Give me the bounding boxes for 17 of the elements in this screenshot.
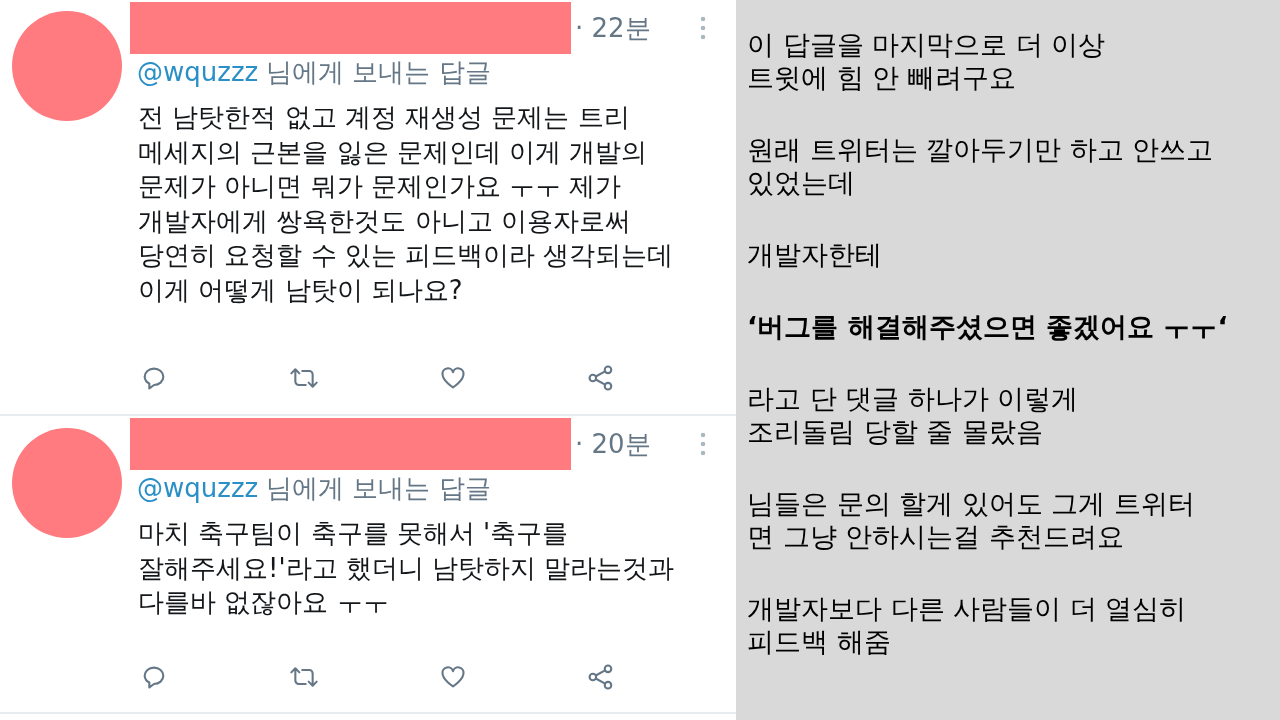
note-paragraph: 개발자한테 (747, 238, 883, 271)
user-handle-link[interactable]: @wquzzz (137, 470, 259, 506)
tweet-text: 전 남탓한적 없고 계정 재생성 문제는 트리 메세지의 근본을 잃은 문제인데 이게 개발의 문제가 아니면 뭐가 문제인가요 ㅜㅜ 제가 개발자에게 쌍욕한것도 아니고 이용자로써 당연히 요청할 수 있는 피드백이라 생각되는데 이게 어떻게 남탓이 되나요? (138, 101, 674, 307)
share-icon[interactable] (587, 663, 615, 691)
reply-label: 님에게 보내는 답글 (266, 472, 491, 505)
tweet-text: 마치 축구팀이 축구를 못해서 '축구를 잘해주세요!'라고 했더니 남탓하지 말라는것과 다를바 없잖아요 ㅜㅜ (138, 517, 675, 619)
timestamp: · 22분 (575, 11, 651, 45)
note-paragraph: ‘버그를 해결해주셨으면 좋겠어요 ㅜㅜ‘ (747, 310, 1229, 343)
note-paragraph: 님들은 문의 할게 있어도 그게 트위터 면 그냥 안하시는걸 추천드려요 (747, 487, 1196, 553)
share-icon[interactable] (587, 364, 615, 392)
timestamp: · 20분 (575, 427, 651, 461)
reply-label: 님에게 보내는 답글 (266, 56, 491, 89)
note-paragraph: 이 답글을 마지막으로 더 이상 트윗에 힘 안 빼려구요 (747, 28, 1107, 94)
user-handle-link[interactable]: @wquzzz (137, 54, 259, 90)
note-paragraph: 라고 단 댓글 하나가 이렇게 조리돌림 당할 줄 몰랐음 (747, 382, 1080, 448)
note-paragraph: 원래 트위터는 깔아두기만 하고 안쓰고 있었는데 (747, 133, 1215, 199)
note-paragraph: 개발자보다 다른 사람들이 더 열심히 피드백 해줌 (747, 592, 1188, 658)
